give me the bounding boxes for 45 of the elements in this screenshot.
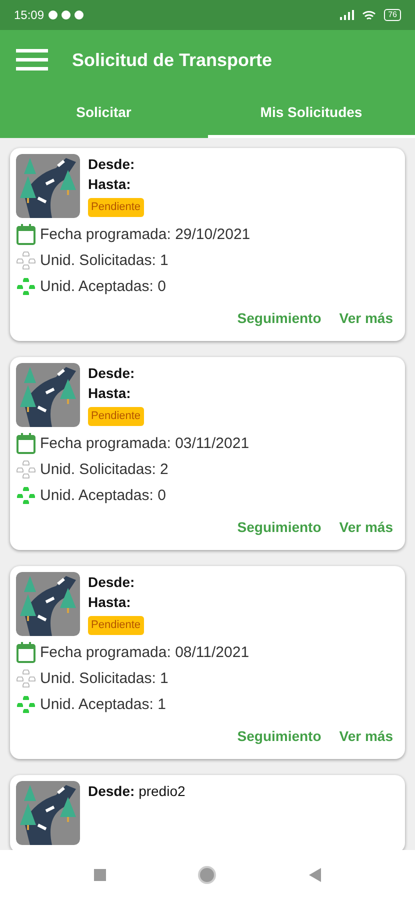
signal-icon <box>340 10 354 20</box>
requested-units: Unid. Solicitadas: 1 <box>40 251 168 271</box>
vehicles-outline-icon <box>16 669 36 689</box>
origin-text: Desde: <box>88 364 136 383</box>
origin-text: Desde: <box>88 155 136 174</box>
calendar-icon <box>16 224 36 246</box>
back-icon[interactable] <box>308 868 321 882</box>
accepted-units: Unid. Aceptadas: 1 <box>40 695 166 715</box>
tab[interactable]: Solicitar <box>0 90 208 138</box>
accepted-units: Unid. Aceptadas: 0 <box>40 486 166 506</box>
scheduled-date: Fecha programada: 08/11/2021 <box>40 643 250 663</box>
vehicles-outline-icon <box>16 460 36 480</box>
origin-text: Desde: predio2 <box>88 782 186 801</box>
menu-icon[interactable] <box>16 49 48 71</box>
vehicles-icon <box>16 695 36 715</box>
status-tag: Pendiente <box>88 407 144 426</box>
battery-icon: 76 <box>384 9 401 21</box>
requested-units: Unid. Solicitadas: 1 <box>40 669 168 689</box>
destination-text: Hasta: <box>88 384 132 403</box>
recents-icon[interactable] <box>94 869 106 881</box>
requested-units: Unid. Solicitadas: 2 <box>40 460 168 480</box>
card-action-link[interactable]: Seguimiento <box>219 308 322 329</box>
status-time: 15:09 <box>14 7 44 24</box>
accepted-units: Unid. Aceptadas: 0 <box>40 277 166 297</box>
calendar-icon <box>16 433 36 455</box>
app-title: Solicitud de Transporte <box>72 48 272 72</box>
tab[interactable]: Mis Solicitudes <box>208 90 415 138</box>
calendar-icon <box>16 642 36 664</box>
wifi-icon <box>362 10 376 20</box>
status-tag: Pendiente <box>88 198 144 216</box>
home-icon[interactable] <box>198 866 216 884</box>
card-action-link[interactable]: Ver más <box>321 517 393 538</box>
status-tag: Pendiente <box>88 616 144 634</box>
vehicles-icon <box>16 277 36 297</box>
destination-text: Hasta: <box>88 593 132 612</box>
origin-text: Desde: <box>88 573 136 592</box>
destination-text: Hasta: <box>88 175 132 194</box>
card-action-link[interactable]: Ver más <box>321 308 393 329</box>
scheduled-date: Fecha programada: 29/10/2021 <box>40 225 250 245</box>
card-action-link[interactable]: Seguimiento <box>219 517 322 538</box>
scheduled-date: Fecha programada: 03/11/2021 <box>40 434 250 454</box>
card-action-link[interactable]: Seguimiento <box>219 726 322 747</box>
vehicles-icon <box>16 486 36 506</box>
vehicles-outline-icon <box>16 251 36 271</box>
card-action-link[interactable]: Ver más <box>321 726 393 747</box>
